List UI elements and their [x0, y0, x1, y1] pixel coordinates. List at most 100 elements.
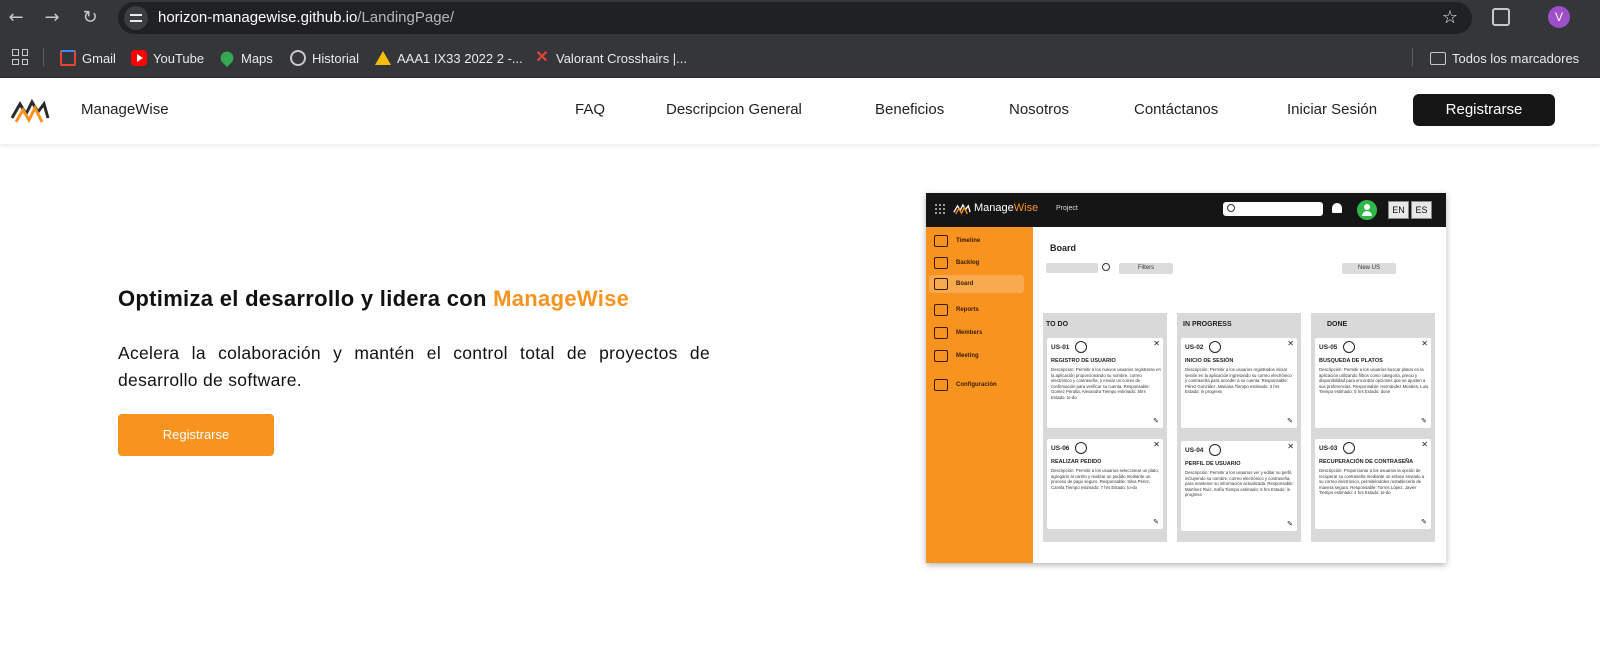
sidebar-label: Members — [956, 330, 983, 336]
register-button-hero[interactable]: Registrarse — [118, 414, 274, 456]
user-icon — [1075, 341, 1087, 353]
edit-icon: ✎ — [1287, 520, 1293, 528]
register-button-header[interactable]: Registrarse — [1413, 94, 1555, 126]
brand-name[interactable]: ManageWise — [81, 101, 169, 118]
bookmark-maps[interactable]: Maps — [217, 48, 273, 68]
all-bookmarks[interactable]: Todos los marcadores — [1430, 48, 1579, 68]
preview-sidebar-item-active: Board — [929, 275, 1024, 293]
sidebar-label: Meeting — [956, 353, 979, 359]
nav-nosotros[interactable]: Nosotros — [1009, 101, 1069, 118]
bookmark-drive[interactable]: AAA1 IX33 2022 2 -... — [375, 48, 523, 68]
preview-new-us-button: New US — [1342, 263, 1396, 274]
bookmark-youtube[interactable]: YouTube — [131, 48, 204, 68]
sidebar-label: Timeline — [956, 238, 981, 244]
preview-card: US-03 ✕ RECUPERACIÓN DE CONTRASEÑA Descr… — [1315, 439, 1431, 529]
forward-arrow-icon[interactable]: → — [40, 6, 64, 30]
edit-icon: ✎ — [1287, 417, 1293, 425]
nav-contactanos[interactable]: Contáctanos — [1134, 101, 1218, 118]
gmail-icon — [60, 50, 76, 66]
bookmark-separator — [43, 48, 44, 66]
preview-column-done: DONE US-05 ✕ BUSQUEDA DE PLATOS Descripc… — [1311, 313, 1435, 542]
maps-icon — [217, 48, 237, 68]
user-avatar-icon — [1357, 200, 1377, 220]
user-icon — [1209, 341, 1221, 353]
lang-en: EN — [1388, 201, 1409, 219]
close-icon: ✕ — [1287, 339, 1294, 348]
card-id: US-01 — [1051, 344, 1070, 351]
close-icon: ✕ — [1421, 440, 1428, 449]
valorant-icon: ✕ — [535, 49, 549, 66]
url-text[interactable]: horizon-managewise.github.io/LandingPage… — [158, 9, 454, 26]
url-path: /LandingPage/ — [357, 9, 455, 26]
card-id: US-05 — [1319, 344, 1338, 351]
nav-iniciar-sesion[interactable]: Iniciar Sesión — [1287, 101, 1377, 118]
bookmark-label: Historial — [312, 50, 359, 66]
bookmark-historial[interactable]: Historial — [290, 48, 359, 68]
preview-card: US-04 ✕ PERFIL DE USUARIO Descripción: P… — [1181, 441, 1297, 531]
preview-logo-icon — [953, 203, 971, 215]
bookmark-separator — [1412, 48, 1413, 66]
nav-descripcion-general[interactable]: Descripcion General — [666, 101, 802, 118]
close-icon: ✕ — [1421, 339, 1428, 348]
user-icon — [1209, 444, 1221, 456]
sidebar-label: Backlog — [956, 260, 980, 266]
extensions-icon[interactable] — [1492, 8, 1510, 26]
app-preview-image: ManageWise Project EN ES Timeline Backlo… — [926, 193, 1446, 563]
nav-beneficios[interactable]: Beneficios — [875, 101, 944, 118]
bookmark-star-icon[interactable]: ☆ — [1442, 7, 1458, 28]
card-id: US-04 — [1185, 447, 1204, 454]
preview-card: US-01 ✕ REGISTRO DE USUARIO Descripcion:… — [1047, 338, 1163, 428]
bookmark-valorant[interactable]: ✕ Valorant Crosshairs |... — [534, 48, 687, 68]
site-info-icon[interactable] — [124, 6, 148, 30]
column-title: IN PROGRESS — [1183, 321, 1232, 328]
card-body: Descripción: Permitir a los usuarios bus… — [1319, 367, 1429, 395]
card-title: INICIO DE SESIÓN — [1185, 358, 1234, 364]
card-body: Descripción: Permitir a los usuarios ver… — [1185, 470, 1294, 498]
profile-avatar[interactable]: V — [1548, 6, 1570, 28]
preview-column-todo: TO DO US-01 ✕ REGISTRO DE USUARIO Descri… — [1043, 313, 1167, 542]
preview-sidebar-item: Configuración — [934, 376, 1029, 394]
preview-sidebar-item: Meeting — [934, 347, 1029, 365]
backlog-icon — [934, 257, 948, 269]
address-bar[interactable]: horizon-managewise.github.io/LandingPage… — [118, 2, 1472, 34]
user-icon — [1343, 341, 1355, 353]
preview-sidebar-item: Members — [934, 324, 1029, 342]
preview-sidebar: Timeline Backlog Board Reports Members M… — [926, 227, 1033, 563]
preview-card: US-05 ✕ BUSQUEDA DE PLATOS Descripción: … — [1315, 338, 1431, 428]
reload-icon[interactable]: ↻ — [78, 6, 102, 30]
nav-faq[interactable]: FAQ — [575, 101, 605, 118]
bookmark-gmail[interactable]: Gmail — [60, 48, 116, 68]
bookmark-label: Maps — [241, 50, 273, 66]
preview-sidebar-item: Timeline — [934, 232, 1029, 250]
card-id: US-06 — [1051, 445, 1070, 452]
apps-grid-icon[interactable] — [12, 49, 28, 65]
user-icon — [1343, 442, 1355, 454]
card-body: Descripcion: Permitir a los nuevos usuar… — [1051, 367, 1161, 400]
card-title: RECUPERACIÓN DE CONTRASEÑA — [1319, 459, 1414, 465]
preview-card: US-02 ✕ INICIO DE SESIÓN Descripción: Pe… — [1181, 338, 1297, 428]
managewise-logo[interactable] — [10, 96, 50, 126]
card-title: REALIZAR PEDIDO — [1051, 459, 1102, 465]
bookmark-label: AAA1 IX33 2022 2 -... — [397, 50, 523, 66]
card-body: Descripción: Permitir a los usuarios reg… — [1185, 367, 1292, 395]
back-arrow-icon[interactable]: ← — [4, 6, 28, 30]
preview-filters-dropdown: Filters — [1119, 263, 1173, 274]
close-icon: ✕ — [1153, 339, 1160, 348]
preview-sidebar-item: Backlog — [934, 254, 1029, 272]
folder-icon — [1430, 51, 1446, 65]
members-icon — [934, 327, 948, 339]
bookmark-label: Valorant Crosshairs |... — [556, 50, 688, 66]
card-title: BUSQUEDA DE PLATOS — [1319, 358, 1383, 364]
close-icon: ✕ — [1287, 442, 1294, 451]
preview-topbar: ManageWise Project EN ES — [926, 193, 1446, 227]
site-header: ManageWise FAQ Descripcion General Benef… — [0, 78, 1600, 144]
bookmark-label: Gmail — [82, 50, 116, 66]
preview-brand-wise: Wise — [1013, 202, 1039, 214]
hero-title: Optimiza el desarrollo y lidera con Mana… — [118, 286, 629, 312]
timeline-icon — [934, 235, 948, 247]
card-body: Descripción: Permitir a los usuarios sel… — [1051, 468, 1159, 490]
user-icon — [1075, 442, 1087, 454]
card-title: PERFIL DE USUARIO — [1185, 461, 1241, 467]
history-icon — [290, 50, 306, 66]
youtube-icon — [131, 50, 147, 66]
